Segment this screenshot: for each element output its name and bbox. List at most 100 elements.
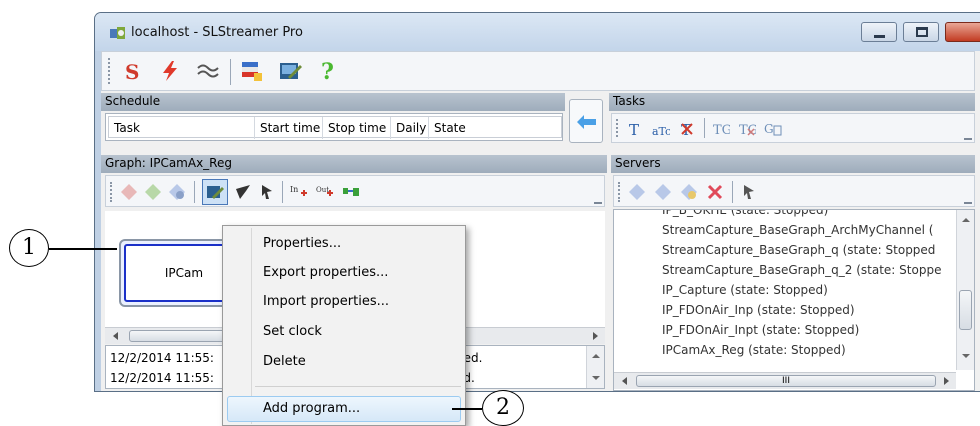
add-server-icon[interactable] bbox=[628, 183, 646, 201]
arrow-left-icon bbox=[577, 115, 596, 129]
scroll-thumb[interactable] bbox=[959, 290, 972, 330]
toolbar-grip[interactable] bbox=[616, 119, 620, 137]
schedule-col-task[interactable]: Task bbox=[109, 117, 255, 139]
server-item[interactable]: StreamCapture_BaseGraph_q (state: Stoppe… bbox=[662, 240, 952, 260]
callout-2-leader bbox=[452, 408, 482, 410]
servers-list: IP_B_OKHE (state: Stopped) StreamCapture… bbox=[613, 209, 975, 391]
servers-panel-header: Servers bbox=[611, 155, 975, 173]
log-time: 12/2/2014 11:55: bbox=[110, 351, 214, 365]
link-nodes-icon[interactable] bbox=[342, 183, 360, 201]
server-item[interactable]: IP_Capture (state: Stopped) bbox=[662, 280, 952, 300]
svg-text:G: G bbox=[764, 122, 774, 136]
add-input-icon[interactable]: In bbox=[290, 183, 308, 201]
maximize-button[interactable] bbox=[903, 22, 939, 42]
menu-item-export-properties[interactable]: Export properties... bbox=[263, 265, 388, 280]
callout-2: 2 bbox=[482, 390, 524, 426]
tasks-toolbar: T aTc T TG TG G bbox=[611, 113, 975, 143]
toolbar-grip[interactable] bbox=[108, 58, 112, 84]
servers-items: IP_B_OKHE (state: Stopped) StreamCapture… bbox=[662, 210, 952, 360]
toolbar-overflow-icon[interactable] bbox=[964, 196, 972, 204]
task-delete-icon[interactable]: T bbox=[678, 120, 696, 138]
callout-1: 1 bbox=[9, 229, 49, 267]
menu-item-delete[interactable]: Delete bbox=[263, 354, 306, 369]
toolbar-separator bbox=[704, 118, 705, 138]
help-icon[interactable]: ? bbox=[316, 58, 340, 82]
scroll-down-icon[interactable] bbox=[592, 376, 600, 380]
servers-vertical-scrollbar[interactable] bbox=[956, 210, 974, 370]
schedule-col-daily[interactable]: Daily bbox=[391, 117, 429, 139]
scroll-thumb[interactable]: III bbox=[636, 375, 936, 387]
schedule-col-start-time[interactable]: Start time bbox=[255, 117, 323, 139]
graph-edit-toggle[interactable] bbox=[202, 179, 228, 205]
task-group-list-icon[interactable]: G bbox=[764, 120, 782, 138]
add-output-icon[interactable]: Out bbox=[316, 183, 334, 201]
toolbar-grip[interactable] bbox=[618, 182, 622, 202]
svg-text:T: T bbox=[629, 121, 639, 138]
tasks-panel-header: Tasks bbox=[609, 93, 975, 111]
scroll-right-icon[interactable] bbox=[944, 377, 949, 385]
window-title: localhost - SLStreamer Pro bbox=[131, 25, 303, 40]
servers-horizontal-scrollbar[interactable]: III bbox=[614, 372, 956, 389]
menu-item-add-program[interactable]: Add program... bbox=[263, 401, 360, 416]
graph-edit-icon bbox=[207, 186, 224, 199]
wave-icon[interactable] bbox=[196, 59, 220, 83]
schedule-panel-header: Schedule bbox=[101, 93, 565, 111]
schedule-col-stop-time[interactable]: Stop time bbox=[323, 117, 391, 139]
server-item[interactable]: StreamCapture_BaseGraph_q_2 (state: Stop… bbox=[662, 260, 952, 280]
scroll-up-icon[interactable] bbox=[592, 354, 600, 358]
scroll-grip-icon: III bbox=[782, 376, 790, 386]
menu-item-set-clock[interactable]: Set clock bbox=[263, 324, 322, 339]
server-properties-icon[interactable] bbox=[680, 183, 698, 201]
menu-gutter bbox=[251, 228, 252, 424]
title-bar[interactable]: localhost - SLStreamer Pro bbox=[95, 13, 980, 51]
connect-tool-icon[interactable] bbox=[234, 183, 252, 201]
log-vertical-scrollbar[interactable] bbox=[586, 346, 604, 388]
toolbar-grip[interactable] bbox=[110, 182, 114, 202]
server-item[interactable]: IPCamAx_Reg (state: Stopped) bbox=[662, 340, 952, 360]
maximize-icon bbox=[916, 27, 928, 37]
scroll-left-icon[interactable] bbox=[622, 377, 627, 385]
scroll-down-icon[interactable] bbox=[962, 354, 970, 358]
schedule-col-state[interactable]: State bbox=[429, 117, 563, 139]
lightning-icon[interactable] bbox=[158, 59, 182, 83]
pointer-tool-icon[interactable] bbox=[740, 183, 758, 201]
flag-settings-icon[interactable] bbox=[240, 59, 264, 83]
task-format-icon[interactable]: aTc bbox=[652, 120, 670, 138]
server-item[interactable]: StreamCapture_BaseGraph_ArchMyChannel ( bbox=[662, 220, 952, 240]
server-copy-icon[interactable] bbox=[654, 183, 672, 201]
callout-1-leader bbox=[49, 248, 117, 250]
graph-panel-header: Graph: IPCamAx_Reg bbox=[101, 155, 607, 173]
swap-panels-button[interactable] bbox=[569, 99, 603, 143]
svg-text:aTc: aTc bbox=[652, 125, 670, 138]
pointer-tool-icon[interactable] bbox=[258, 183, 276, 201]
toolbar-separator bbox=[230, 59, 231, 85]
context-menu: Properties... Export properties... Impor… bbox=[222, 225, 466, 426]
graph-edit-icon[interactable] bbox=[278, 59, 302, 83]
svg-text:?: ? bbox=[321, 59, 334, 82]
scroll-left-icon[interactable] bbox=[113, 332, 118, 340]
server-item[interactable]: IP_B_OKHE (state: Stopped) bbox=[662, 210, 952, 220]
server-item[interactable]: IP_FDOnAir_Inp (state: Stopped) bbox=[662, 300, 952, 320]
add-filter-icon[interactable] bbox=[144, 183, 162, 201]
scroll-up-icon[interactable] bbox=[962, 218, 970, 222]
toolbar-separator bbox=[282, 181, 283, 203]
close-button[interactable] bbox=[945, 22, 980, 42]
add-node-icon[interactable] bbox=[120, 183, 138, 201]
minimize-button[interactable] bbox=[861, 22, 897, 42]
app-icon bbox=[110, 27, 125, 39]
svg-text:TG: TG bbox=[713, 123, 730, 138]
toolbar-overflow-icon[interactable] bbox=[964, 132, 972, 140]
server-item[interactable]: IP_FDOnAir_Inpt (state: Stopped) bbox=[662, 320, 952, 340]
schedule-header-row: Task Start time Stop time Daily State bbox=[108, 116, 563, 139]
toolbar-overflow-icon[interactable] bbox=[594, 196, 602, 204]
scroll-right-icon[interactable] bbox=[593, 332, 598, 340]
servers-toolbar bbox=[613, 175, 975, 207]
task-group-icon[interactable]: TG bbox=[712, 120, 730, 138]
task-group-delete-icon[interactable]: TG bbox=[738, 120, 756, 138]
task-text-icon[interactable]: T bbox=[626, 120, 644, 138]
menu-item-properties[interactable]: Properties... bbox=[263, 236, 341, 251]
s-logo-icon[interactable]: S bbox=[120, 59, 144, 83]
menu-item-import-properties[interactable]: Import properties... bbox=[263, 294, 389, 309]
delete-server-icon[interactable] bbox=[706, 183, 724, 201]
node-properties-icon[interactable] bbox=[168, 183, 186, 201]
